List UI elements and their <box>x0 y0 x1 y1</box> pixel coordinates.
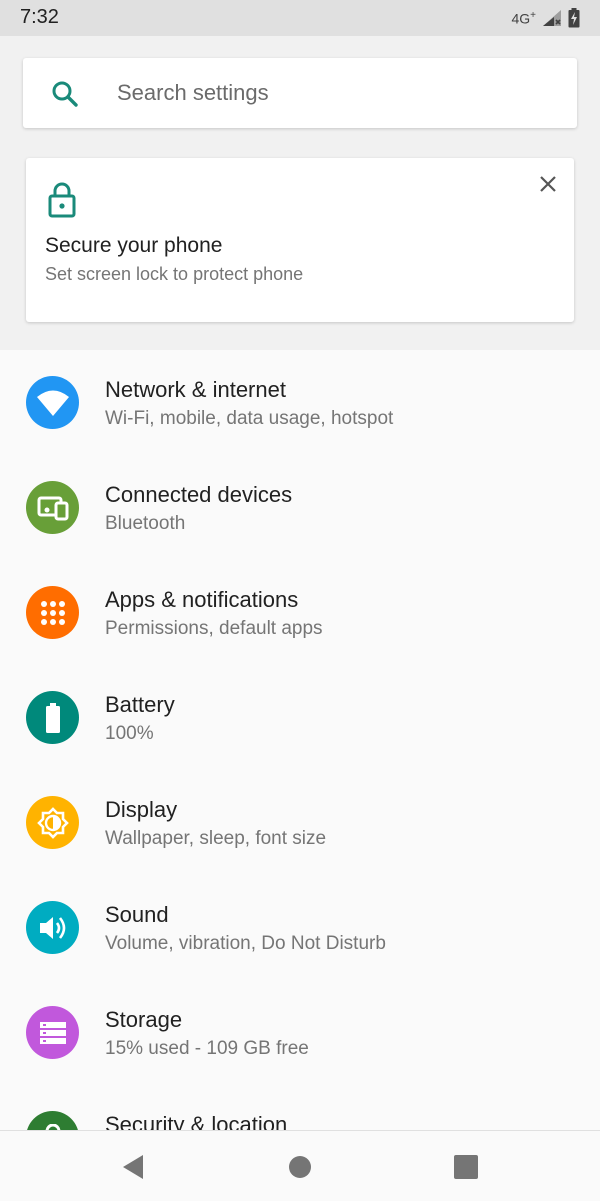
search-bar[interactable]: Search settings <box>23 58 577 128</box>
navigation-bar <box>0 1130 600 1201</box>
search-placeholder: Search settings <box>117 80 269 105</box>
settings-item-title: Battery <box>105 692 175 717</box>
search-icon <box>52 81 78 107</box>
brightness-icon <box>26 796 79 849</box>
settings-item-subtitle: Volume, vibration, Do Not Disturb <box>105 933 386 954</box>
settings-item-security[interactable]: Security & location <box>0 1085 600 1130</box>
status-time: 7:32 <box>20 6 59 28</box>
close-icon[interactable] <box>538 174 558 194</box>
volume-icon <box>26 901 79 954</box>
recents-icon[interactable] <box>452 1153 480 1181</box>
settings-item-network[interactable]: Network & internet Wi-Fi, mobile, data u… <box>0 350 600 455</box>
settings-item-subtitle: 15% used - 109 GB free <box>105 1038 309 1059</box>
settings-item-title: Display <box>105 797 178 822</box>
back-icon[interactable] <box>119 1153 147 1181</box>
network-type: 4G+ <box>511 9 536 27</box>
settings-item-display[interactable]: Display Wallpaper, sleep, font size <box>0 770 600 875</box>
settings-item-sound[interactable]: Sound Volume, vibration, Do Not Disturb <box>0 875 600 980</box>
status-icons: 4G+ <box>511 8 580 28</box>
lock-icon <box>48 182 76 218</box>
settings-item-subtitle: Wi-Fi, mobile, data usage, hotspot <box>105 408 394 429</box>
devices-icon <box>26 481 79 534</box>
battery-charging-icon <box>568 8 580 28</box>
settings-item-battery[interactable]: Battery 100% <box>0 665 600 770</box>
settings-item-title: Security & location <box>105 1112 288 1130</box>
settings-item-apps[interactable]: Apps & notifications Permissions, defaul… <box>0 560 600 665</box>
settings-item-subtitle: Wallpaper, sleep, font size <box>105 828 327 849</box>
suggestion-title: Secure your phone <box>45 234 223 257</box>
settings-item-title: Sound <box>105 902 169 927</box>
settings-item-subtitle: Permissions, default apps <box>105 618 323 639</box>
battery-icon <box>26 691 79 744</box>
header-area: Search settings Secure your phone Set sc… <box>0 36 600 350</box>
wifi-icon <box>26 376 79 429</box>
settings-item-title: Network & internet <box>105 377 286 402</box>
home-icon[interactable] <box>286 1153 314 1181</box>
settings-item-subtitle: 100% <box>105 723 154 744</box>
settings-list: Network & internet Wi-Fi, mobile, data u… <box>0 350 600 1130</box>
storage-icon <box>26 1006 79 1059</box>
lock-icon <box>26 1111 79 1130</box>
settings-item-storage[interactable]: Storage 15% used - 109 GB free <box>0 980 600 1085</box>
signal-icon <box>543 10 561 26</box>
settings-item-connected-devices[interactable]: Connected devices Bluetooth <box>0 455 600 560</box>
settings-item-title: Storage <box>105 1007 183 1032</box>
settings-item-title: Connected devices <box>105 482 293 507</box>
apps-grid-icon <box>26 586 79 639</box>
suggestion-subtitle: Set screen lock to protect phone <box>45 264 304 284</box>
settings-item-title: Apps & notifications <box>105 587 299 612</box>
status-bar: 7:32 4G+ <box>0 0 600 36</box>
settings-item-subtitle: Bluetooth <box>105 513 186 534</box>
secure-phone-suggestion-card[interactable]: Secure your phone Set screen lock to pro… <box>26 158 574 322</box>
